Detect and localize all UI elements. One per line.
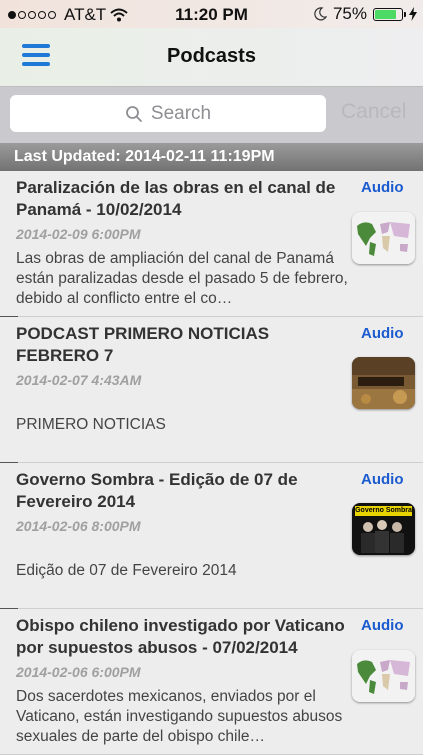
battery-percent: 75%	[332, 4, 367, 23]
item-date: 2014-02-06 8:00PM	[16, 518, 141, 534]
audio-link[interactable]: Audio	[361, 617, 404, 634]
status-bar: AT&T 11:20 PM 75%	[0, 0, 423, 28]
search-input[interactable]: Search	[10, 95, 326, 132]
list-item[interactable]: Governo Sombra - Edição de 07 de Feverei…	[0, 463, 423, 609]
item-description: Las obras de ampliación del canal de Pan…	[16, 250, 348, 307]
item-title: Governo Sombra - Edição de 07 de Feverei…	[16, 470, 298, 511]
item-date: 2014-02-09 6:00PM	[16, 226, 141, 242]
item-date: 2014-02-07 4:43AM	[16, 372, 142, 388]
last-updated-banner: Last Updated: 2014-02-11 11:19PM	[0, 143, 423, 171]
item-description: Edição de 07 de Fevereiro 2014	[16, 562, 237, 579]
battery-icon	[373, 7, 406, 21]
charging-icon	[409, 7, 417, 21]
list-item[interactable]: Paralización de las obras en el canal de…	[0, 171, 423, 317]
podcast-list: Paralización de las obras en el canal de…	[0, 171, 423, 755]
governo-sombra-thumbnail: Governo Sombra	[352, 503, 415, 555]
audio-link[interactable]: Audio	[361, 325, 404, 342]
list-item[interactable]: Obispo chileno investigado por Vaticano …	[0, 609, 423, 755]
moon-icon	[314, 7, 327, 21]
item-description: PRIMERO NOTICIAS	[16, 416, 166, 433]
item-title: Obispo chileno investigado por Vaticano …	[16, 616, 345, 657]
item-title: PODCAST PRIMERO NOTICIAS FEBRERO 7	[16, 324, 270, 365]
list-item[interactable]: PODCAST PRIMERO NOTICIAS FEBRERO 7 2014-…	[0, 317, 423, 463]
status-right: 75%	[313, 4, 417, 24]
item-date: 2014-02-06 6:00PM	[16, 664, 141, 680]
item-title: Paralización de las obras en el canal de…	[16, 178, 336, 219]
audio-link[interactable]: Audio	[361, 471, 404, 488]
page-title: Podcasts	[167, 45, 256, 67]
item-description: Dos sacerdotes mexicanos, enviados por e…	[16, 688, 343, 745]
navigation-bar: Podcasts	[0, 28, 423, 87]
search-placeholder: Search	[150, 102, 212, 124]
world-map-thumbnail	[352, 212, 415, 264]
search-bar: Search Cancel	[0, 87, 423, 143]
search-icon	[125, 105, 142, 122]
world-map-thumbnail	[352, 650, 415, 702]
cancel-button[interactable]: Cancel	[341, 100, 406, 124]
podcast-thumbnail	[352, 357, 415, 409]
audio-link[interactable]: Audio	[361, 179, 404, 196]
